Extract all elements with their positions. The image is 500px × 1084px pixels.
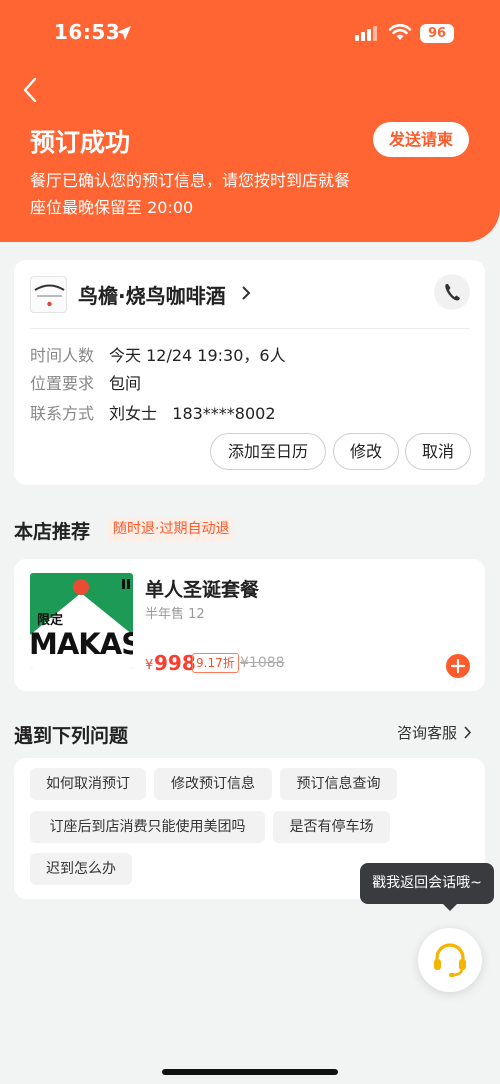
faq-chip-cancel[interactable]: 如何取消预订 <box>30 768 146 800</box>
customer-service-button[interactable] <box>418 928 482 992</box>
price-currency: ¥ <box>145 658 154 673</box>
contact-value: 刘女士 183****8002 <box>109 404 276 423</box>
location-arrow-icon <box>117 26 131 40</box>
refund-policy-tag: 随时退·过期自动退 <box>108 517 235 541</box>
consult-service-link[interactable]: 咨询客服 <box>397 722 457 743</box>
page-title: 预订成功 <box>30 128 131 157</box>
deal-image-brand: MAKAS <box>30 627 133 661</box>
deal-card[interactable]: 限定 MAKAS 单人圣诞套餐 半年售 12 ¥ 998 9.17折 ¥1088 <box>14 559 485 691</box>
faq-chip-meituan-only[interactable]: 订座后到店消费只能使用美团吗 <box>30 811 265 843</box>
add-to-calendar-button[interactable]: 添加至日历 <box>210 433 326 470</box>
faq-title: 遇到下列问题 <box>14 725 129 747</box>
faq-chip-query[interactable]: 预订信息查询 <box>280 768 397 800</box>
cancel-button[interactable]: 取消 <box>405 433 471 470</box>
deal-price: 998 <box>154 651 196 675</box>
deal-sales: 半年售 12 <box>145 607 205 622</box>
time-people-label: 时间人数 <box>30 346 95 365</box>
faq-chip-parking[interactable]: 是否有停车场 <box>273 811 390 843</box>
status-bar: 16:53 96 <box>0 0 500 60</box>
seat-requirement-value: 包间 <box>109 374 142 393</box>
tooltip-arrow <box>442 903 458 911</box>
time-people-value: 今天 12/24 19:30，6人 <box>109 346 286 365</box>
faq-chip-modify[interactable]: 修改预订信息 <box>154 768 272 800</box>
call-store-button[interactable] <box>434 274 470 310</box>
seat-requirement-label: 位置要求 <box>30 374 95 393</box>
modify-button[interactable]: 修改 <box>333 433 399 470</box>
signal-icon <box>355 26 377 41</box>
deal-title: 单人圣诞套餐 <box>145 579 260 601</box>
confirm-message: 餐厅已确认您的预订信息，请您按时到店就餐 <box>30 171 351 190</box>
seat-hold-message: 座位最晚保留至 20:00 <box>30 198 194 217</box>
back-arrow-icon[interactable] <box>18 74 42 106</box>
add-deal-button[interactable] <box>446 654 470 678</box>
original-price: ¥1088 <box>240 655 285 671</box>
home-indicator <box>162 1069 338 1075</box>
wifi-icon <box>388 24 412 40</box>
faq-chip-late[interactable]: 迟到怎么办 <box>30 853 132 885</box>
headset-icon <box>434 943 466 977</box>
recommend-title: 本店推荐 <box>14 521 91 543</box>
chevron-right-icon <box>242 286 251 300</box>
battery-indicator: 96 <box>420 24 454 43</box>
send-invite-button[interactable]: 发送请柬 <box>373 122 469 157</box>
phone-icon <box>445 284 460 301</box>
discount-badge: 9.17折 <box>192 653 239 673</box>
chevron-right-icon <box>464 726 472 739</box>
store-name-link[interactable]: 鸟檐·烧鸟咖啡酒 <box>78 280 226 309</box>
deal-image: 限定 MAKAS <box>30 573 133 669</box>
status-time: 16:53 <box>54 20 121 44</box>
reservation-card: 鸟檐·烧鸟咖啡酒 时间人数 今天 12/24 19:30，6人 位置要求 包间 … <box>14 260 485 485</box>
plus-icon <box>450 658 466 674</box>
return-chat-tooltip: 戳我返回会话哦~ <box>360 863 494 904</box>
store-logo <box>30 276 67 313</box>
deal-image-label: 限定 <box>37 613 64 628</box>
contact-label: 联系方式 <box>30 404 95 423</box>
divider <box>30 328 470 329</box>
